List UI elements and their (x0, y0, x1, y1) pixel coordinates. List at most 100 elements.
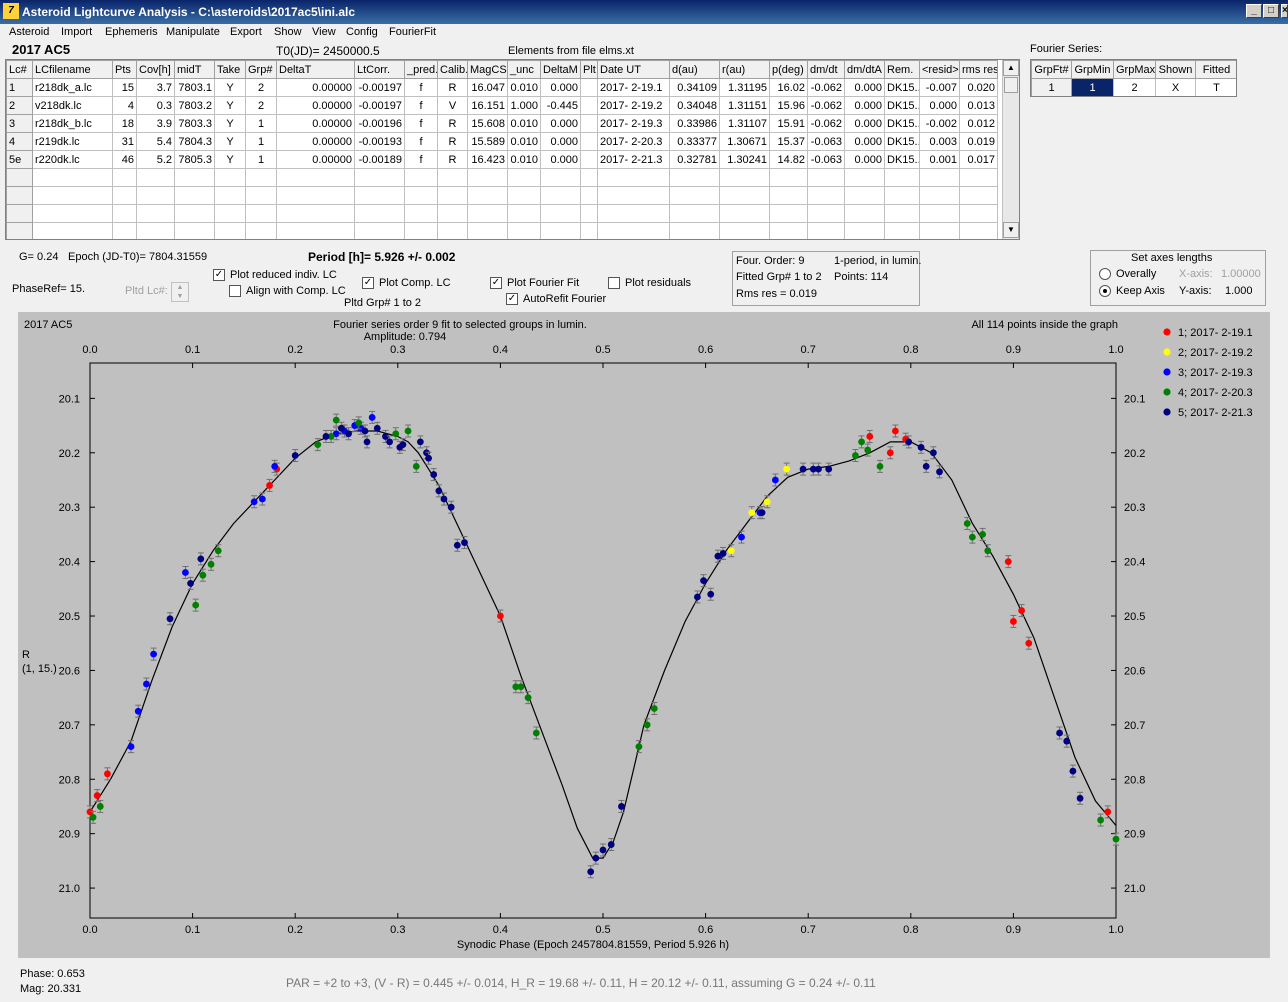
table-cell[interactable]: r219dk.lc (32, 132, 113, 151)
check-comp[interactable]: ✓ Plot Comp. LC (362, 277, 451, 290)
table-cell[interactable]: 0.010 (507, 78, 541, 97)
table-cell[interactable]: 0.000 (540, 150, 581, 169)
fourier-cell[interactable]: T (1195, 78, 1236, 96)
table-cell[interactable]: r218dk_b.lc (32, 114, 113, 133)
table-cell[interactable] (807, 204, 845, 223)
table-cell[interactable]: 15.96 (769, 96, 808, 115)
table-cell[interactable]: -0.063 (807, 132, 845, 151)
table-cell[interactable]: DK15... (884, 132, 920, 151)
close-button[interactable]: × (1281, 4, 1288, 18)
table-cell[interactable] (437, 204, 468, 223)
table-cell[interactable]: 0.001 (919, 150, 960, 169)
table-cell[interactable]: 0.017 (959, 150, 998, 169)
table-cell[interactable]: 15.589 (467, 132, 508, 151)
table-cell[interactable] (919, 168, 960, 187)
table-cell[interactable] (354, 168, 405, 187)
table-cell[interactable] (580, 150, 598, 169)
table-cell[interactable] (769, 204, 808, 223)
table-cell[interactable] (174, 186, 215, 205)
table-cell[interactable] (540, 204, 581, 223)
scroll-down-icon[interactable]: ▼ (1003, 222, 1019, 238)
table-cell[interactable] (32, 204, 113, 223)
table-cell[interactable] (214, 186, 246, 205)
table-cell[interactable] (769, 186, 808, 205)
fourier-series-table[interactable]: GrpFt# GrpMin GrpMax Shown Fitted 1 1 2 X T (1030, 59, 1237, 97)
table-cell[interactable] (580, 186, 598, 205)
table-cell[interactable]: R (437, 78, 468, 97)
table-cell[interactable]: -0.00189 (354, 150, 405, 169)
column-header[interactable]: d(au) (669, 60, 720, 79)
fourier-column-header[interactable]: Fitted (1195, 60, 1236, 79)
table-cell[interactable] (884, 168, 920, 187)
table-cell[interactable]: 0.000 (540, 114, 581, 133)
row-header[interactable] (6, 204, 33, 223)
column-header[interactable]: dm/dt (807, 60, 845, 79)
table-cell[interactable]: 0.000 (844, 150, 885, 169)
table-cell[interactable]: -0.062 (807, 114, 845, 133)
table-cell[interactable] (580, 114, 598, 133)
row-header[interactable]: 4 (6, 132, 33, 151)
table-cell[interactable]: 0.32781 (669, 150, 720, 169)
table-cell[interactable] (174, 222, 215, 239)
table-cell[interactable]: 0.00000 (276, 78, 355, 97)
table-cell[interactable]: r218dk_a.lc (32, 78, 113, 97)
scroll-thumb[interactable] (1004, 77, 1018, 93)
table-cell[interactable] (919, 222, 960, 239)
table-cell[interactable]: 15.91 (769, 114, 808, 133)
table-cell[interactable]: 1.000 (507, 96, 541, 115)
table-cell[interactable] (597, 186, 670, 205)
table-cell[interactable] (507, 222, 541, 239)
table-cell[interactable] (174, 168, 215, 187)
table-cell[interactable]: 7803.2 (174, 96, 215, 115)
table-cell[interactable] (919, 186, 960, 205)
table-cell[interactable]: 7804.3 (174, 132, 215, 151)
table-cell[interactable]: 16.151 (467, 96, 508, 115)
radio-keep[interactable]: Keep Axis (1099, 285, 1165, 298)
table-cell[interactable]: 1.30671 (719, 132, 770, 151)
table-cell[interactable] (32, 186, 113, 205)
column-header[interactable]: Pts (112, 60, 137, 79)
table-cell[interactable]: Y (214, 96, 246, 115)
fourier-cell[interactable]: X (1155, 78, 1196, 96)
table-cell[interactable] (136, 222, 175, 239)
table-cell[interactable] (467, 186, 508, 205)
table-cell[interactable] (276, 204, 355, 223)
table-cell[interactable]: 5.4 (136, 132, 175, 151)
table-cell[interactable] (404, 186, 438, 205)
table-cell[interactable] (580, 204, 598, 223)
column-header[interactable]: dm/dtA (844, 60, 885, 79)
table-cell[interactable]: 0.000 (919, 96, 960, 115)
table-cell[interactable]: 46 (112, 150, 137, 169)
table-cell[interactable]: -0.062 (807, 96, 845, 115)
table-cell[interactable] (112, 186, 137, 205)
table-cell[interactable] (844, 168, 885, 187)
xaxis-value[interactable]: 1.00000 (1221, 268, 1261, 280)
table-cell[interactable] (112, 168, 137, 187)
row-header[interactable]: 2 (6, 96, 33, 115)
table-cell[interactable]: f (404, 150, 438, 169)
table-cell[interactable]: 0.000 (844, 132, 885, 151)
row-header[interactable]: 1 (6, 78, 33, 97)
table-cell[interactable]: 0.020 (959, 78, 998, 97)
table-cell[interactable] (540, 168, 581, 187)
table-cell[interactable]: v218dk.lc (32, 96, 113, 115)
table-cell[interactable] (32, 168, 113, 187)
table-cell[interactable]: f (404, 78, 438, 97)
table-cell[interactable]: -0.00193 (354, 132, 405, 151)
table-cell[interactable]: 0.010 (507, 150, 541, 169)
table-cell[interactable]: -0.00196 (354, 114, 405, 133)
table-cell[interactable] (354, 186, 405, 205)
table-cell[interactable]: Y (214, 150, 246, 169)
table-cell[interactable]: 7803.3 (174, 114, 215, 133)
table-cell[interactable]: 0.000 (540, 132, 581, 151)
column-header[interactable]: _unc (507, 60, 541, 79)
table-cell[interactable] (719, 204, 770, 223)
table-cell[interactable]: 0.010 (507, 132, 541, 151)
column-header[interactable]: Grp# (245, 60, 277, 79)
table-cell[interactable]: 0.010 (507, 114, 541, 133)
table-cell[interactable] (844, 204, 885, 223)
table-cell[interactable]: 18 (112, 114, 137, 133)
table-cell[interactable] (404, 204, 438, 223)
table-cell[interactable]: 15.37 (769, 132, 808, 151)
table-cell[interactable] (214, 168, 246, 187)
